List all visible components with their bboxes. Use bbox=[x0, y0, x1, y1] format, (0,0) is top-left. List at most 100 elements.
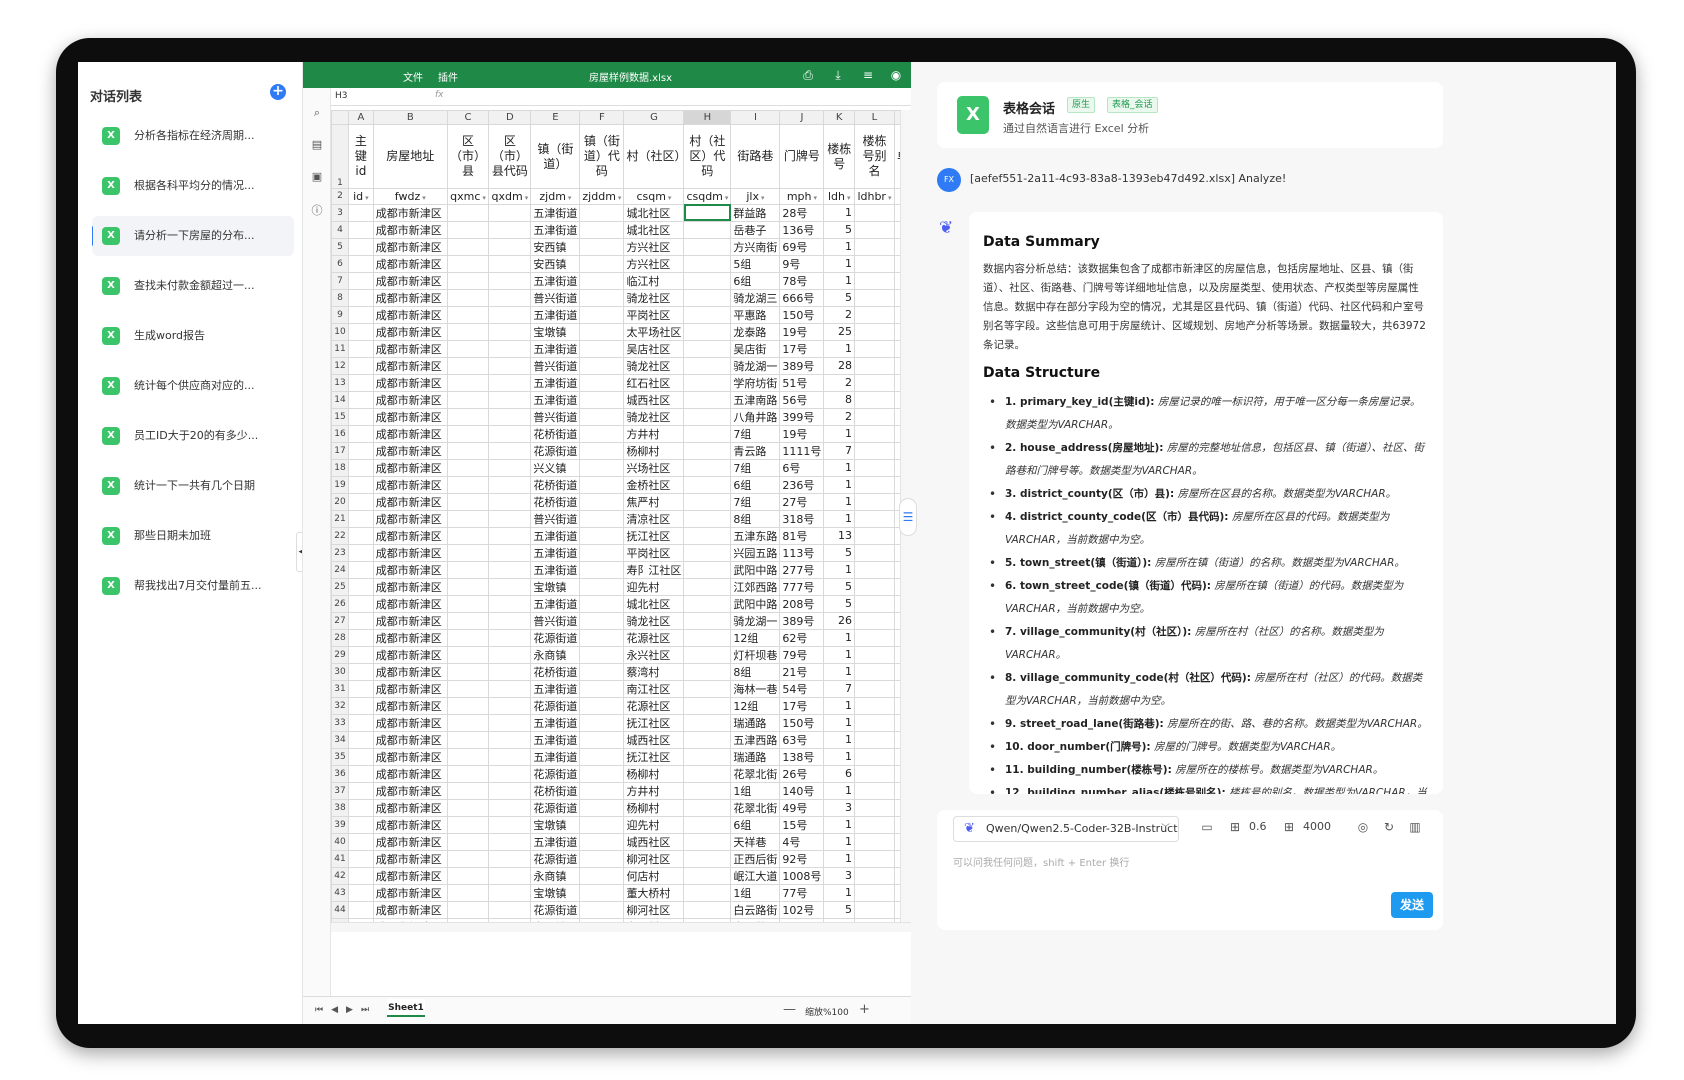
cell[interactable]: 花源街道 bbox=[530, 900, 581, 919]
header-cell[interactable]: 镇（街道）代码 bbox=[579, 124, 625, 189]
cell[interactable]: 兴园五路 bbox=[730, 543, 781, 562]
cell[interactable]: 15号 bbox=[779, 815, 825, 834]
cell[interactable]: 花桥街道 bbox=[530, 424, 581, 443]
cell[interactable]: 骑龙社区 bbox=[623, 356, 685, 375]
cell[interactable] bbox=[347, 509, 374, 528]
cell[interactable]: 成都市新津区 bbox=[372, 475, 448, 494]
cell[interactable]: 12组 bbox=[730, 628, 781, 647]
row-header[interactable]: 19 bbox=[331, 475, 349, 494]
cell[interactable]: 焦严村 bbox=[623, 492, 685, 511]
cell[interactable] bbox=[347, 832, 374, 851]
cell[interactable]: 成都市新津区 bbox=[372, 305, 448, 324]
cell[interactable] bbox=[579, 611, 625, 630]
cell[interactable]: 1 bbox=[823, 271, 855, 290]
row-header[interactable]: 31 bbox=[331, 679, 349, 698]
row-header[interactable]: 44 bbox=[331, 900, 349, 919]
cell[interactable]: 777号 bbox=[779, 577, 825, 596]
search-icon[interactable]: ⌕ bbox=[309, 106, 325, 122]
cell[interactable]: 7组 bbox=[730, 458, 781, 477]
cell[interactable] bbox=[347, 492, 374, 511]
cell[interactable] bbox=[579, 781, 625, 800]
cell[interactable] bbox=[488, 288, 532, 307]
cell[interactable] bbox=[446, 509, 490, 528]
cell[interactable] bbox=[579, 203, 625, 222]
cell[interactable]: 宝墩镇 bbox=[530, 815, 581, 834]
row-header[interactable]: 32 bbox=[331, 696, 349, 715]
cell[interactable] bbox=[683, 543, 732, 562]
row-header[interactable]: 39 bbox=[331, 815, 349, 834]
cell[interactable]: 成都市新津区 bbox=[372, 322, 448, 341]
cell[interactable] bbox=[683, 611, 732, 630]
cell[interactable] bbox=[683, 203, 732, 222]
cell[interactable] bbox=[683, 900, 732, 919]
cell[interactable] bbox=[579, 543, 625, 562]
cell[interactable]: 3 bbox=[823, 866, 855, 885]
column-header[interactable]: H bbox=[683, 110, 732, 125]
cell[interactable]: 成都市新津区 bbox=[372, 339, 448, 358]
row-header[interactable]: 1 bbox=[331, 124, 349, 189]
cell[interactable]: 五津街道 bbox=[530, 339, 581, 358]
cell[interactable]: 5 bbox=[823, 900, 855, 919]
cell[interactable]: 方兴社区 bbox=[623, 237, 685, 256]
row-header[interactable]: 42 bbox=[331, 866, 349, 885]
spreadsheet-grid[interactable]: ABCDEFGHIJKL 1 主键id 房屋地址 区（市）县 区（市）县代码 镇（街道）镇… bbox=[331, 110, 912, 922]
cell[interactable] bbox=[446, 815, 490, 834]
cell[interactable] bbox=[488, 594, 532, 613]
cell[interactable] bbox=[488, 900, 532, 919]
cell[interactable] bbox=[853, 883, 895, 902]
cell[interactable]: 6号 bbox=[779, 458, 825, 477]
cell[interactable] bbox=[488, 203, 532, 222]
cell[interactable]: 抚江社区 bbox=[623, 713, 685, 732]
sheet-tab[interactable]: Sheet1 bbox=[387, 999, 425, 1017]
cell[interactable] bbox=[488, 611, 532, 630]
cell[interactable] bbox=[683, 781, 732, 800]
cell[interactable]: 成都市新津区 bbox=[372, 577, 448, 596]
cell[interactable] bbox=[579, 424, 625, 443]
max-tokens-value[interactable]: 4000 bbox=[1303, 820, 1331, 833]
cell[interactable] bbox=[488, 747, 532, 766]
cell[interactable]: 花桥街道 bbox=[530, 662, 581, 681]
cell[interactable]: 宝墩镇 bbox=[530, 883, 581, 902]
cell[interactable]: 成都市新津区 bbox=[372, 203, 448, 222]
cell[interactable]: 城北社区 bbox=[623, 594, 685, 613]
cell[interactable]: 骑龙社区 bbox=[623, 288, 685, 307]
cell[interactable] bbox=[488, 407, 532, 426]
cell[interactable] bbox=[488, 220, 532, 239]
cell[interactable]: 普兴街道 bbox=[530, 288, 581, 307]
cell[interactable]: 138号 bbox=[779, 747, 825, 766]
header-cell[interactable]: 村（社区） bbox=[623, 124, 685, 189]
cell[interactable] bbox=[347, 764, 374, 783]
cell[interactable]: 董大桥村 bbox=[623, 883, 685, 902]
cell[interactable] bbox=[446, 356, 490, 375]
cell[interactable] bbox=[347, 339, 374, 358]
cell[interactable]: 26号 bbox=[779, 764, 825, 783]
filter-cell[interactable]: fwdz bbox=[372, 188, 448, 205]
cell[interactable]: 五津街道 bbox=[530, 730, 581, 749]
cell[interactable]: 成都市新津区 bbox=[372, 645, 448, 664]
cell[interactable]: 八角井路 bbox=[730, 407, 781, 426]
cell[interactable] bbox=[488, 730, 532, 749]
cell[interactable]: 成都市新津区 bbox=[372, 254, 448, 273]
user-icon[interactable]: ◉ bbox=[887, 66, 905, 84]
cell[interactable] bbox=[853, 407, 895, 426]
row-header[interactable]: 27 bbox=[331, 611, 349, 630]
cell[interactable]: 56号 bbox=[779, 390, 825, 409]
cell[interactable]: 21号 bbox=[779, 662, 825, 681]
cell[interactable] bbox=[347, 628, 374, 647]
cell[interactable] bbox=[853, 611, 895, 630]
cell[interactable] bbox=[488, 458, 532, 477]
cell[interactable]: 五津街道 bbox=[530, 713, 581, 732]
cell[interactable]: 113号 bbox=[779, 543, 825, 562]
cell[interactable] bbox=[579, 662, 625, 681]
cell[interactable] bbox=[347, 577, 374, 596]
cell[interactable]: 金桥社区 bbox=[623, 475, 685, 494]
cell[interactable]: 花源街道 bbox=[530, 798, 581, 817]
cell[interactable] bbox=[853, 730, 895, 749]
cell[interactable]: 1组 bbox=[730, 781, 781, 800]
cell[interactable]: 1 bbox=[823, 560, 855, 579]
cell[interactable]: 6 bbox=[823, 764, 855, 783]
row-header[interactable]: 33 bbox=[331, 713, 349, 732]
column-header[interactable]: E bbox=[530, 110, 581, 125]
cell[interactable] bbox=[347, 662, 374, 681]
row-header[interactable]: 23 bbox=[331, 543, 349, 562]
